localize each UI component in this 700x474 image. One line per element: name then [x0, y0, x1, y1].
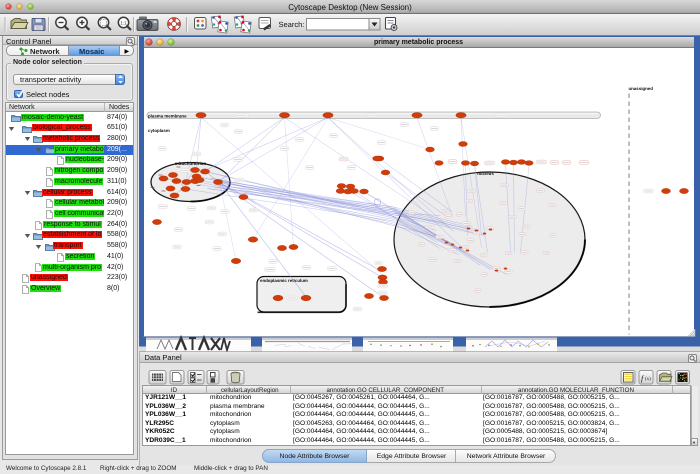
- svg-text:(x): (x): [645, 376, 651, 382]
- svg-text:endoplasmic reticulum: endoplasmic reticulum: [260, 278, 308, 283]
- svg-text:cytoplasm: cytoplasm: [148, 128, 170, 133]
- svg-text:1:1: 1:1: [120, 21, 127, 26]
- svg-text:plasma membrane: plasma membrane: [148, 113, 187, 118]
- svg-text:nucleus: nucleus: [477, 171, 494, 176]
- svg-text:Search:: Search:: [279, 20, 305, 29]
- svg-text:unassigned: unassigned: [628, 86, 653, 91]
